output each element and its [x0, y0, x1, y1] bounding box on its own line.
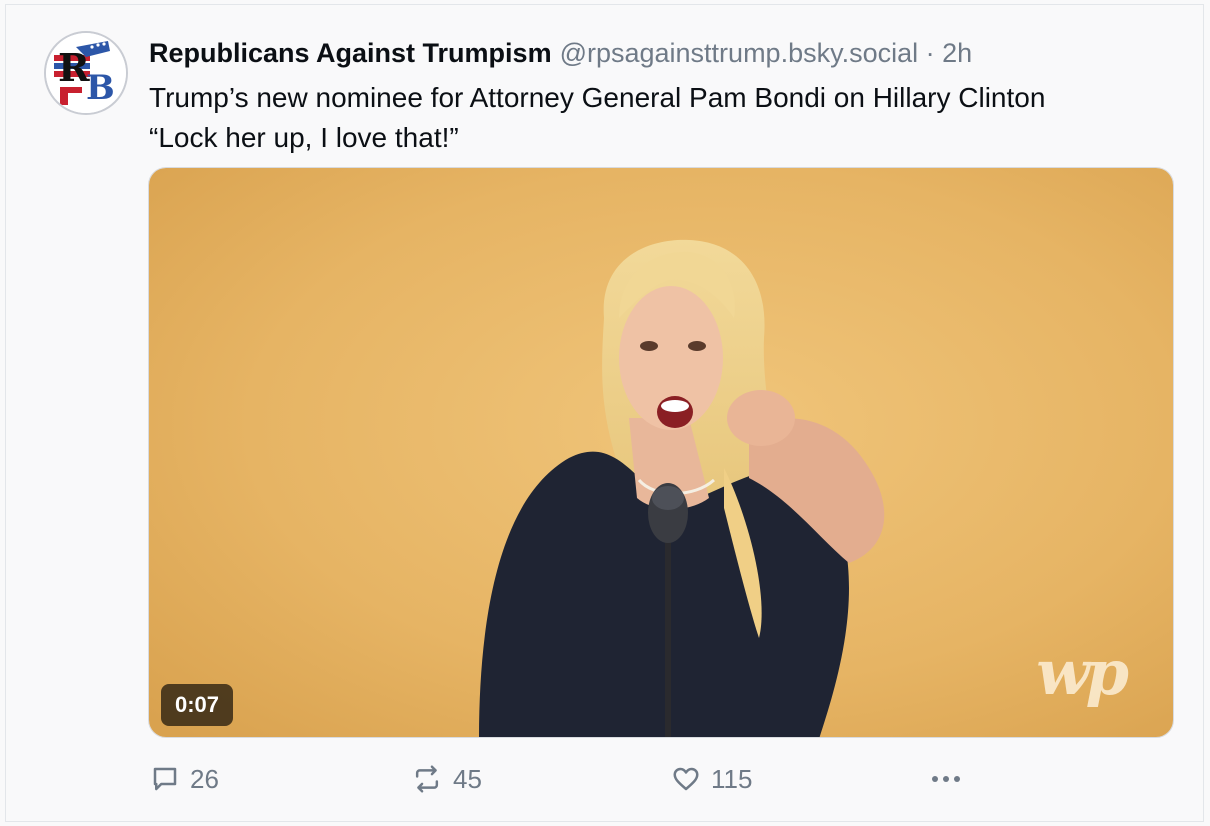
- hand-shape: [727, 390, 795, 446]
- more-options-button[interactable]: [928, 757, 964, 801]
- like-button[interactable]: 115: [671, 757, 752, 801]
- repost-icon: [415, 765, 439, 793]
- author-name[interactable]: Republicans Against Trumpism: [149, 38, 552, 68]
- like-count: 115: [711, 763, 753, 794]
- post-time[interactable]: 2h: [942, 38, 972, 68]
- repost-button[interactable]: 45: [411, 757, 482, 801]
- post-text-line: “Lock her up, I love that!”: [149, 122, 459, 153]
- microphone-stand: [665, 518, 671, 737]
- separator: ·: [925, 38, 935, 68]
- heart-icon: [673, 767, 699, 791]
- comment-icon: [153, 767, 177, 791]
- author-handle[interactable]: @rpsagainsttrump.bsky.social: [560, 38, 919, 68]
- avatar-logo-icon: R B: [46, 33, 126, 113]
- post-text: Trump’s new nominee for Attorney General…: [149, 78, 1179, 158]
- video-duration: 0:07: [161, 684, 234, 726]
- svg-text:B: B: [86, 68, 115, 108]
- more-icon: [932, 776, 960, 782]
- video-embed[interactable]: 0:07 wp: [148, 167, 1174, 738]
- author-avatar[interactable]: R B: [44, 31, 128, 115]
- video-frame: [149, 168, 1173, 737]
- reply-button[interactable]: 26: [150, 757, 219, 801]
- post-text-line: Trump’s new nominee for Attorney General…: [149, 82, 1046, 113]
- wp-watermark: wp: [1036, 636, 1129, 709]
- post-header: Republicans Against Trumpism @rpsagainstt…: [149, 33, 972, 73]
- post-actions: 26 45 115: [148, 757, 1048, 801]
- reply-count: 26: [190, 763, 219, 794]
- post-card[interactable]: R B Republicans Against Trumpism @rpsagai…: [5, 4, 1204, 822]
- repost-count: 45: [453, 763, 482, 794]
